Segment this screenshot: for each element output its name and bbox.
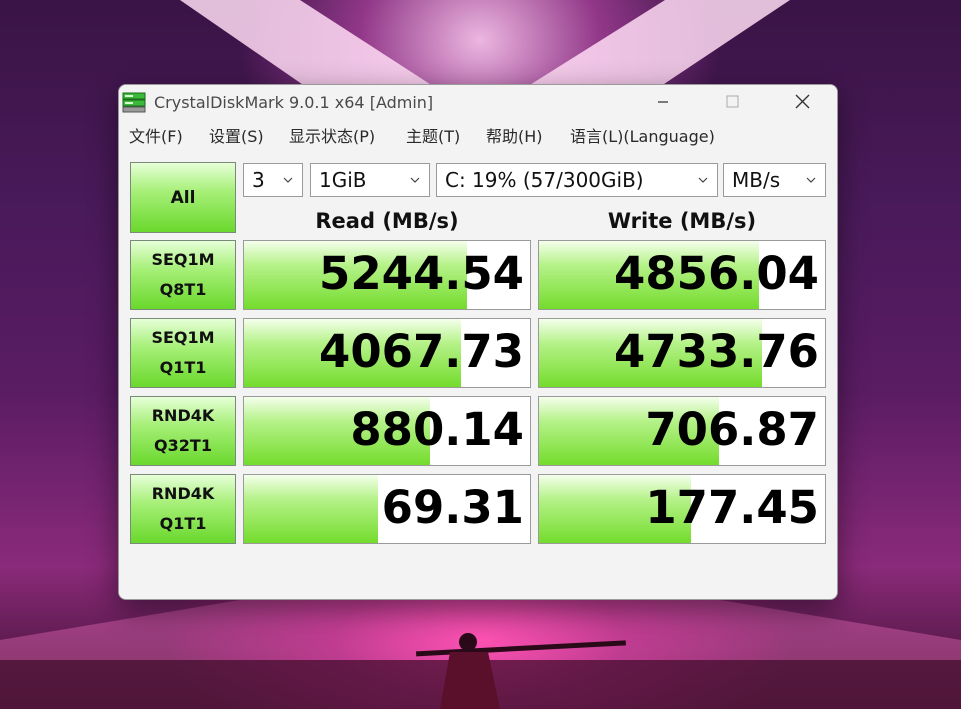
read-bar — [244, 475, 379, 543]
seq1m-q1t1-button[interactable]: SEQ1M Q1T1 — [130, 318, 236, 388]
read-value: 880.14 — [350, 403, 524, 456]
drive-select[interactable]: C: 19% (57/300GiB) — [436, 163, 718, 197]
read-column-header: Read (MB/s) — [315, 209, 459, 233]
test-size-value: 1GiB — [319, 168, 367, 192]
write-value: 706.87 — [645, 403, 819, 456]
write-result-rnd4k-q1t1: 177.45 — [538, 474, 826, 544]
chevron-down-icon — [410, 177, 420, 183]
chevron-down-icon — [806, 177, 816, 183]
rnd4k-q32t1-button[interactable]: RND4K Q32T1 — [130, 396, 236, 466]
drive-value: C: 19% (57/300GiB) — [445, 168, 644, 192]
test-size-select[interactable]: 1GiB — [310, 163, 430, 197]
unit-select[interactable]: MB/s — [723, 163, 826, 197]
close-icon — [795, 94, 810, 109]
menu-settings[interactable]: 设置(S) — [209, 123, 264, 147]
menu-help[interactable]: 帮助(H) — [486, 123, 543, 147]
menu-language[interactable]: 语言(L)(Language) — [570, 123, 715, 147]
close-button[interactable] — [779, 85, 825, 119]
menu-bar: 文件(F) 设置(S) 显示状态(P) 主题(T) 帮助(H) 语言(L)(La… — [119, 119, 837, 151]
chevron-down-icon — [698, 177, 708, 183]
minimize-icon — [658, 101, 668, 103]
read-value: 4067.73 — [319, 325, 524, 378]
write-value: 4733.76 — [614, 325, 819, 378]
test-label-line1: RND4K — [151, 484, 215, 503]
unit-value: MB/s — [732, 168, 781, 192]
rnd4k-q1t1-button[interactable]: RND4K Q1T1 — [130, 474, 236, 544]
figure-silhouette — [415, 633, 626, 709]
test-count-select[interactable]: 3 — [243, 163, 303, 197]
write-result-rnd4k-q32t1: 706.87 — [538, 396, 826, 466]
write-column-header: Write (MB/s) — [607, 209, 757, 233]
test-label-line1: SEQ1M — [151, 328, 215, 347]
all-button[interactable]: All — [130, 162, 236, 233]
menu-file[interactable]: 文件(F) — [129, 123, 183, 147]
app-disk-icon — [122, 92, 146, 113]
maximize-button[interactable] — [709, 85, 755, 119]
chevron-down-icon — [283, 177, 293, 183]
write-value: 4856.04 — [614, 247, 819, 300]
read-result-rnd4k-q1t1: 69.31 — [243, 474, 531, 544]
read-result-seq1m-q1t1: 4067.73 — [243, 318, 531, 388]
menu-theme[interactable]: 主题(T) — [406, 123, 460, 147]
write-result-seq1m-q8t1: 4856.04 — [538, 240, 826, 310]
read-result-seq1m-q8t1: 5244.54 — [243, 240, 531, 310]
test-label-line2: Q32T1 — [154, 436, 212, 455]
test-label-line1: RND4K — [151, 406, 215, 425]
title-bar[interactable]: CrystalDiskMark 9.0.1 x64 [Admin] — [119, 85, 837, 119]
minimize-button[interactable] — [640, 85, 686, 119]
benchmark-panel: All 3 1GiB C: 19% (57/300GiB) MB/s Read … — [119, 151, 837, 599]
read-result-rnd4k-q32t1: 880.14 — [243, 396, 531, 466]
seq1m-q8t1-button[interactable]: SEQ1M Q8T1 — [130, 240, 236, 310]
menu-display-status[interactable]: 显示状态(P) — [289, 123, 375, 147]
test-label-line2: Q1T1 — [159, 358, 207, 377]
write-value: 177.45 — [645, 481, 819, 534]
write-result-seq1m-q1t1: 4733.76 — [538, 318, 826, 388]
test-label-line1: SEQ1M — [151, 250, 215, 269]
window-title: CrystalDiskMark 9.0.1 x64 [Admin] — [154, 93, 434, 112]
read-value: 69.31 — [381, 481, 524, 534]
test-label-line2: Q8T1 — [159, 280, 207, 299]
maximize-icon — [726, 95, 739, 108]
test-label-line2: Q1T1 — [159, 514, 207, 533]
test-count-value: 3 — [252, 168, 265, 192]
read-value: 5244.54 — [319, 247, 524, 300]
crystaldiskmark-window: CrystalDiskMark 9.0.1 x64 [Admin] 文件(F) … — [118, 84, 838, 600]
